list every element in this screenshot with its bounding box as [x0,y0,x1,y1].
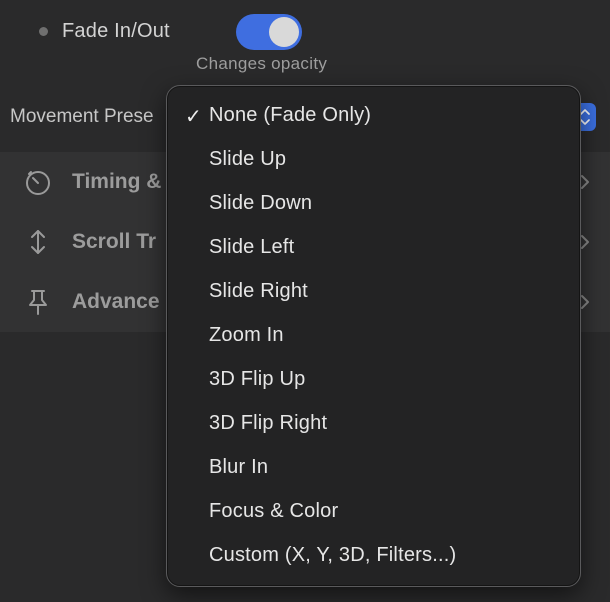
menu-item-label: 3D Flip Right [209,412,328,434]
menu-item-label: Focus & Color [209,500,339,522]
menu-item[interactable]: Focus & Color [167,491,582,535]
menu-item-label: None (Fade Only) [209,104,372,126]
menu-item[interactable]: Slide Left [167,227,582,271]
section-label: Timing & [72,170,162,193]
section-label: Scroll Tr [72,230,157,253]
menu-item[interactable]: 3D Flip Up [167,359,582,403]
fade-in-out-row: Fade In/Out [0,10,610,54]
menu-item[interactable]: 3D Flip Right [167,403,582,447]
timer-icon [26,171,50,195]
menu-item[interactable]: Slide Down [167,183,582,227]
menu-item[interactable]: Zoom In [167,315,582,359]
toggle-knob [269,17,299,47]
checkmark-icon: ✓ [185,106,202,128]
section-label: Advance [72,290,160,313]
pin-icon [29,290,47,315]
movement-preset-label: Movement Prese [10,106,154,127]
menu-item-label: Slide Right [209,280,308,302]
movement-preset-menu: ✓ None (Fade Only) Slide Up Slide Down Slide… [166,85,581,587]
animation-settings-panel: Fade In/Out Changes opacity Movement Pre… [0,0,610,602]
menu-item-label: Slide Down [209,192,313,214]
menu-item-label: Blur In [209,456,269,478]
menu-item-label: Zoom In [209,324,284,346]
menu-item[interactable]: ✓ None (Fade Only) [167,95,582,139]
menu-item[interactable]: Slide Up [167,139,582,183]
menu-item[interactable]: Blur In [167,447,582,491]
menu-item-label: Slide Left [209,236,295,258]
fade-caption: Changes opacity [196,54,328,73]
fade-toggle[interactable] [236,14,302,50]
menu-item[interactable]: Slide Right [167,271,582,315]
menu-item-label: Custom (X, Y, 3D, Filters...) [209,544,457,566]
menu-item-label: Slide Up [209,148,287,170]
up-down-arrows-icon [31,230,45,254]
fade-in-out-label: Fade In/Out [62,20,170,42]
menu-item[interactable]: Custom (X, Y, 3D, Filters...) [167,535,582,579]
bullet-icon [39,27,48,36]
menu-item-label: 3D Flip Up [209,368,306,390]
